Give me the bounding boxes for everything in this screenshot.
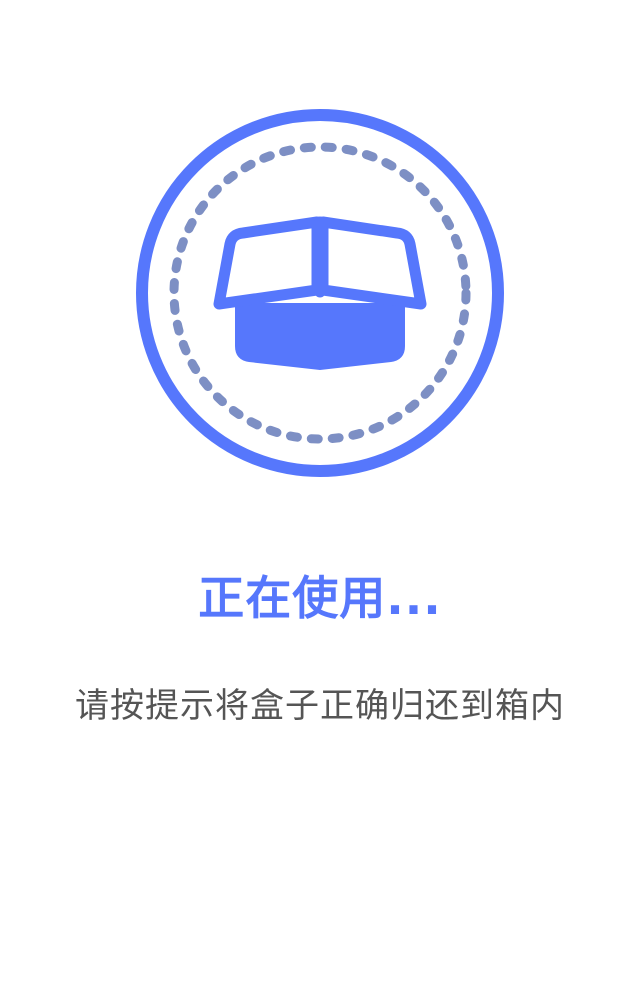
box-emblem-graphic (136, 109, 504, 477)
open-box-icon (213, 216, 427, 370)
in-use-screen: 正在使用... 请按提示将盒子正确归还到箱内 (0, 0, 640, 1008)
box-emblem (135, 108, 505, 478)
status-title: 正在使用... (198, 571, 442, 625)
status-message: 请按提示将盒子正确归还到箱内 (75, 686, 565, 726)
